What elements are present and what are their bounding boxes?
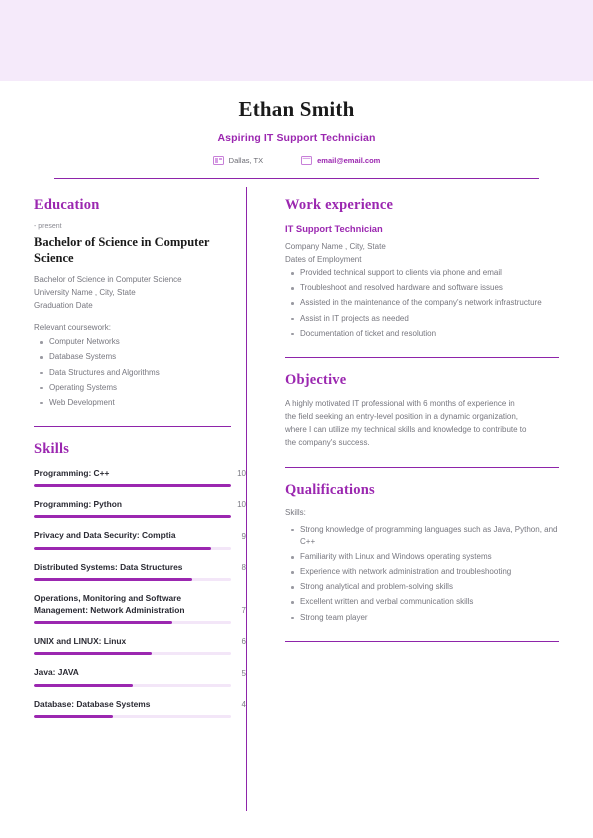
skill-name: Distributed Systems: Data Structures <box>34 561 183 572</box>
list-item: Assist in IT projects as needed <box>291 313 559 325</box>
work-experience-section: Work experience IT Support Technician Co… <box>285 197 559 340</box>
job-title: IT Support Technician <box>285 223 383 235</box>
coursework-list: Computer Networks Database Systems Data … <box>34 336 246 409</box>
skill-name: Database: Database Systems <box>34 698 151 709</box>
job-dates: Dates of Employment <box>285 255 362 265</box>
skill-name: Privacy and Data Security: Comptia <box>34 530 176 541</box>
right-column: Work experience IT Support Technician Co… <box>247 179 593 811</box>
list-item: Strong knowledge of programming language… <box>291 524 559 548</box>
skill-row: Database: Database Systems 4 <box>34 698 246 718</box>
list-item: Database Systems <box>40 351 246 363</box>
education-line-0: Bachelor of Science in Computer Science <box>34 275 182 285</box>
list-item: Assisted in the maintenance of the compa… <box>291 297 559 309</box>
skill-name: Programming: C++ <box>34 468 110 479</box>
skill-bar-track <box>34 577 231 581</box>
skill-name: Programming: Python <box>34 499 122 510</box>
coursework-label: Relevant coursework: <box>34 323 111 333</box>
skill-bar-track <box>34 546 231 550</box>
location-card-icon <box>212 156 224 166</box>
skill-bar-fill <box>34 714 113 718</box>
skill-score: 10 <box>237 469 246 479</box>
qualifications-heading: Qualifications <box>285 481 375 498</box>
right-section-divider <box>285 356 559 358</box>
skill-bar-track <box>34 683 231 687</box>
skill-row: Programming: C++ 10 <box>34 467 246 488</box>
list-item: Operating Systems <box>40 382 246 394</box>
list-item: Data Structures and Algorithms <box>40 367 246 379</box>
skill-bar-track <box>34 621 231 625</box>
list-item: Web Development <box>40 397 246 409</box>
candidate-name: Ethan Smith <box>238 97 355 121</box>
skill-bar-fill <box>34 683 133 687</box>
resume-columns: Education - present Bachelor of Science … <box>0 179 593 812</box>
skill-bar-fill <box>34 577 192 581</box>
skill-bar-track <box>34 714 231 718</box>
envelope-icon <box>301 156 313 166</box>
skill-bar-fill <box>34 652 153 656</box>
skill-row: Distributed Systems: Data Structures 8 <box>34 561 246 581</box>
qualifications-bullet-list: Strong knowledge of programming language… <box>285 524 559 624</box>
skill-name: Operations, Monitoring and Software Mana… <box>34 592 185 616</box>
location-text: Dallas, TX <box>228 156 264 166</box>
skill-name: Java: JAVA <box>34 667 79 678</box>
skill-bar-track <box>34 652 231 656</box>
right-section-divider <box>285 466 559 468</box>
education-line-1: University Name , City, State <box>34 288 136 298</box>
list-item: Troubleshoot and resolved hardware and s… <box>291 282 559 294</box>
candidate-job-title: Aspiring IT Support Technician <box>217 132 376 145</box>
objective-section: Objective A highly motivated IT professi… <box>285 372 559 450</box>
qualifications-section: Qualifications Skills: Strong knowledge … <box>285 482 559 624</box>
job-company: Company Name , City, State <box>285 242 386 252</box>
skills-heading: Skills <box>34 441 70 458</box>
skill-row: Operations, Monitoring and Software Mana… <box>34 592 246 625</box>
list-item: Familiarity with Linux and Windows opera… <box>291 551 559 563</box>
contact-location: Dallas, TX <box>212 156 264 166</box>
objective-text: A highly motivated IT professional with … <box>285 398 527 447</box>
skill-row: Java: JAVA 5 <box>34 666 246 687</box>
left-section-divider <box>34 426 231 428</box>
skill-bar-fill <box>34 621 172 625</box>
education-degree: Bachelor of Science in Computer Science <box>34 235 210 265</box>
qualifications-label: Skills: <box>285 507 306 517</box>
education-section: Education - present Bachelor of Science … <box>34 197 246 409</box>
skill-row: UNIX and LINUX: Linux 6 <box>34 635 246 656</box>
skill-row: Privacy and Data Security: Comptia 9 <box>34 529 246 550</box>
work-bullet-list: Provided technical support to clients vi… <box>285 267 559 340</box>
right-section-divider-bottom <box>285 640 559 642</box>
resume-header: Ethan Smith Aspiring IT Support Technici… <box>0 81 593 180</box>
skill-bar-fill <box>34 484 231 488</box>
left-column: Education - present Bachelor of Science … <box>0 179 246 811</box>
skill-row: Programming: Python 10 <box>34 498 246 519</box>
list-item: Experience with network administration a… <box>291 566 559 578</box>
skills-section: Skills Programming: C++ 10 Programming: … <box>34 441 246 718</box>
contact-email[interactable]: email@email.com <box>301 156 380 166</box>
list-item: Computer Networks <box>40 336 246 348</box>
list-item: Strong analytical and problem-solving sk… <box>291 581 559 593</box>
skill-bar-fill <box>34 546 212 550</box>
skill-name: UNIX and LINUX: Linux <box>34 636 127 647</box>
objective-heading: Objective <box>285 371 347 388</box>
resume-page: Ethan Smith Aspiring IT Support Technici… <box>0 0 593 838</box>
contact-row: Dallas, TX email@email.com <box>30 156 563 166</box>
list-item: Documentation of ticket and resolution <box>291 328 559 340</box>
email-text[interactable]: email@email.com <box>317 156 380 165</box>
education-date: - present <box>34 223 62 231</box>
list-item: Excellent written and verbal communicati… <box>291 596 559 608</box>
skill-score: 10 <box>237 500 246 510</box>
top-banner <box>0 0 593 81</box>
skill-bar-track <box>34 515 231 519</box>
skill-bar-fill <box>34 515 231 519</box>
work-experience-heading: Work experience <box>285 197 394 214</box>
skill-bar-track <box>34 484 231 488</box>
education-heading: Education <box>34 197 100 214</box>
education-line-2: Graduation Date <box>34 301 93 311</box>
list-item: Strong team player <box>291 612 559 624</box>
list-item: Provided technical support to clients vi… <box>291 267 559 279</box>
